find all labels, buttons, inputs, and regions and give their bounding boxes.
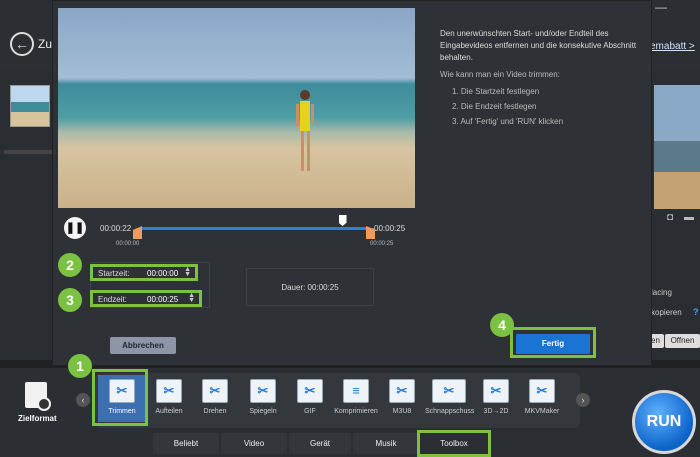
instructions-steps: 1. Die Startzeit festlegen 2. Die Endzei… — [452, 84, 563, 129]
tool-m3u8[interactable]: ✂ M3U8 — [378, 375, 426, 415]
duration-text: Dauer: 00:00:25 — [281, 283, 339, 292]
mirror-icon: ✂ — [250, 379, 276, 403]
tab-beliebt[interactable]: Beliebt — [153, 433, 219, 454]
minimize-button[interactable]: — — [655, 0, 667, 14]
trimmen-highlight — [92, 369, 148, 426]
3d-icon: ✂ — [483, 379, 509, 403]
snapshot-icon: ✂ — [432, 379, 466, 403]
tool-label: Komprimieren — [334, 408, 378, 415]
top-link[interactable]: emabatt > — [650, 41, 695, 52]
spinner-icon[interactable]: ▲ ▼ — [188, 292, 195, 304]
folder-icon[interactable]: ▬ — [684, 212, 694, 223]
scroll-left-icon[interactable]: ‹ — [76, 393, 90, 407]
startzeit-label: Startzeit: — [98, 269, 130, 278]
range-start-time: 00:00:00 — [116, 241, 140, 247]
step-item: 2. Die Endzeit festlegen — [452, 102, 537, 111]
right-option-text: lacing — [651, 288, 672, 297]
run-button[interactable]: RUN — [632, 390, 696, 454]
target-format-icon[interactable] — [25, 382, 51, 411]
back-arrow-icon[interactable]: ← — [10, 32, 34, 56]
video-preview[interactable] — [58, 8, 415, 208]
tool-drehen[interactable]: ✂ Drehen — [191, 375, 239, 415]
tool-label: M3U8 — [392, 408, 412, 415]
tool-label: GIF — [304, 408, 316, 415]
instructions-question: Wie kann man ein Video trimmen: — [440, 70, 560, 79]
mkv-icon: ✂ — [529, 379, 555, 403]
tool-schnappschuss[interactable]: ✂ Schnappschuss — [425, 375, 475, 415]
done-button[interactable]: Fertig — [516, 334, 590, 354]
thumbnail-bar — [4, 150, 52, 154]
tool-label: Schnappschuss — [425, 408, 475, 415]
tool-label: 3D→2D — [483, 408, 509, 415]
tool-label: Drehen — [203, 408, 227, 415]
tool-komprimieren[interactable]: ≡ Komprimieren — [332, 375, 380, 415]
endzeit-field[interactable]: Endzeit: 00:00:25 ▲ ▼ — [90, 290, 202, 307]
scroll-right-icon[interactable]: › — [576, 393, 590, 407]
tool-mkvmaker[interactable]: ✂ MKVMaker — [518, 375, 566, 415]
instructions-intro: Den unerwünschten Start- und/oder Endtei… — [440, 29, 637, 62]
step-item: 3. Auf 'Fertig' und 'RUN' klicken — [452, 117, 564, 126]
pause-button[interactable]: ❚❚ — [64, 217, 86, 239]
tool-aufteilen[interactable]: ✂ Aufteilen — [145, 375, 193, 415]
range-end-time: 00:00:25 — [370, 241, 394, 247]
startzeit-value[interactable]: 00:00:00 — [147, 269, 178, 278]
startzeit-field[interactable]: Startzeit: 00:00:00 ▲ ▼ — [90, 264, 198, 281]
endzeit-value[interactable]: 00:00:25 — [147, 295, 178, 304]
person-figure — [296, 90, 314, 171]
target-format-label[interactable]: Zielformat — [18, 414, 57, 423]
open-button[interactable]: Offnen — [665, 334, 700, 348]
video-thumbnail[interactable] — [10, 85, 50, 127]
camera-icon[interactable]: ◘ — [667, 212, 673, 223]
rotate-icon: ✂ — [202, 379, 228, 403]
preview-thumbnail — [654, 85, 700, 209]
endzeit-label: Endzeit: — [98, 295, 127, 304]
step-badge-3: 3 — [58, 288, 82, 312]
m3u8-icon: ✂ — [389, 379, 415, 403]
spinner-icon[interactable]: ▲ ▼ — [184, 266, 191, 278]
tab-musik[interactable]: Musik — [353, 433, 419, 454]
total-time: 00:00:25 — [374, 224, 406, 233]
step-badge-2: 2 — [58, 253, 82, 277]
timeline-selection — [141, 227, 370, 230]
tab-geraet[interactable]: Gerät — [289, 433, 351, 454]
tool-label: MKVMaker — [524, 408, 560, 415]
help-icon[interactable]: ? — [693, 307, 699, 317]
tool-label: Spiegeln — [249, 408, 277, 415]
tool-spiegeln[interactable]: ✂ Spiegeln — [239, 375, 287, 415]
step-badge-1: 1 — [68, 354, 92, 378]
split-icon: ✂ — [156, 379, 182, 403]
step-item: 1. Die Startzeit festlegen — [452, 87, 540, 96]
gif-icon: ✂ — [297, 379, 323, 403]
tab-video[interactable]: Video — [221, 433, 287, 454]
compress-icon: ≡ — [343, 379, 369, 403]
tool-gif[interactable]: ✂ GIF — [286, 375, 334, 415]
tool-3d-2d[interactable]: ✂ 3D→2D — [472, 375, 520, 415]
cancel-button[interactable]: Abbrechen — [110, 337, 176, 354]
current-time: 00:00:22 — [100, 224, 132, 233]
step-badge-4: 4 — [490, 313, 514, 337]
toolbox-highlight — [417, 430, 491, 457]
tool-label: Aufteilen — [155, 408, 183, 415]
